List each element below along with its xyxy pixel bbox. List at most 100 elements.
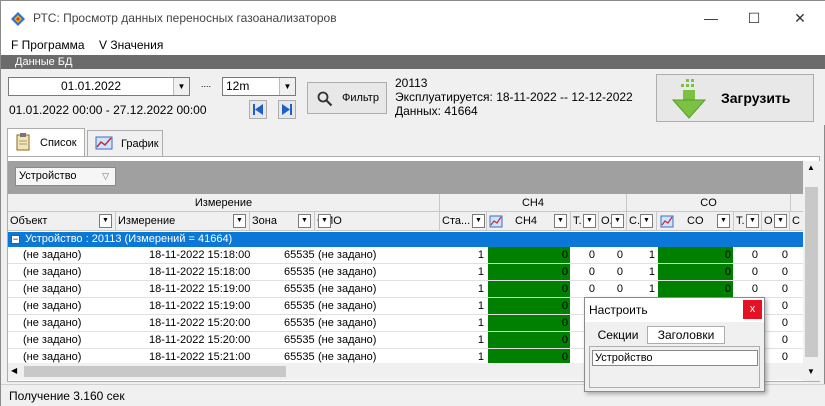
chevron-down-icon[interactable]: ▼ [173, 78, 189, 95]
cell-t2: 0 [751, 283, 758, 295]
cell-status: 1 [477, 266, 484, 278]
cell-status: 1 [477, 249, 484, 261]
chevron-down-icon[interactable]: ▼ [99, 214, 112, 228]
chevron-down-icon[interactable]: ▼ [233, 214, 246, 228]
col-object[interactable]: Объект ▼ [8, 212, 116, 231]
col-ch4-label: CH4 [515, 215, 538, 227]
status-text: Получение 3.160 сек [9, 389, 125, 403]
col-o2[interactable]: O ▼ [762, 212, 790, 231]
menu-program[interactable]: F Программа [11, 38, 85, 52]
cell-c: 1 [648, 283, 655, 295]
popup-tab-sections[interactable]: Секции [593, 327, 643, 345]
popup-title: Настроить [589, 303, 648, 317]
minimize-button[interactable]: — [703, 9, 719, 27]
vertical-scrollbar[interactable]: ▲ ▼ [803, 161, 820, 381]
chevron-down-icon[interactable]: ▼ [318, 214, 331, 228]
popup-close-button[interactable]: x [743, 300, 762, 319]
col-t-label: T. [573, 215, 582, 227]
exploit-period: Эксплуатируется: 18-11-2022 -- 12-12-202… [395, 90, 633, 104]
col-measure-label: Измерение [118, 215, 176, 227]
title-bar: РТС: Просмотр данных переносных газоанал… [1, 1, 825, 35]
horizontal-scroll-thumb[interactable] [24, 366, 286, 377]
scroll-down-icon[interactable]: ▼ [807, 367, 815, 376]
chevron-down-icon[interactable]: ▼ [298, 214, 311, 228]
scroll-up-icon[interactable]: ▲ [807, 163, 815, 172]
chart-icon [660, 215, 674, 228]
cell-zone: 65535 [284, 317, 315, 329]
col-o[interactable]: O. ▼ [599, 212, 627, 231]
col-c2[interactable]: C [790, 212, 803, 231]
cell-time: 18-11-2022 15:20:00 [149, 334, 251, 346]
cell-t: 0 [588, 266, 595, 278]
cell-t: 0 [588, 283, 595, 295]
cell-co: 0 [658, 281, 733, 297]
col-fio[interactable]: ФИО ▼ [315, 212, 440, 231]
close-button[interactable]: ✕ [792, 9, 808, 27]
cell-object: (не задано) [23, 283, 82, 295]
group-chip-device[interactable]: Устройство ▽ [15, 167, 116, 186]
magnifier-icon [317, 91, 333, 107]
cell-o: 0 [616, 249, 623, 261]
chevron-down-icon[interactable]: ▼ [554, 214, 567, 228]
cell-object: (не задано) [23, 249, 82, 261]
table-row[interactable]: (не задано) 18-11-2022 15:18:00 65535 (не з… [8, 247, 803, 264]
cell-o: 0 [616, 266, 623, 278]
cell-status: 1 [477, 334, 484, 346]
col-t[interactable]: T. ▼ [571, 212, 599, 231]
popup-tab-headers[interactable]: Заголовки [647, 326, 725, 344]
collapse-icon[interactable]: − [11, 235, 20, 244]
cell-co: 0 [658, 264, 733, 280]
vertical-scroll-thumb[interactable] [805, 187, 818, 357]
chevron-down-icon[interactable]: ▼ [640, 214, 653, 228]
cell-ch4: 0 [488, 264, 570, 280]
cell-c: 1 [648, 249, 655, 261]
chevron-down-icon[interactable]: ▼ [717, 214, 730, 228]
period-select[interactable]: 12m ▼ [222, 77, 296, 96]
table-row[interactable]: (не задано) 18-11-2022 15:18:00 65535 (не з… [8, 264, 803, 281]
cell-status: 1 [477, 283, 484, 295]
popup-title-bar: Настроить x [585, 298, 764, 322]
chevron-down-icon[interactable]: ▼ [611, 214, 624, 228]
chevron-down-icon[interactable]: ▼ [583, 214, 596, 228]
menu-values[interactable]: V Значения [99, 38, 163, 52]
cell-ch4: 0 [488, 298, 570, 314]
filter-funnel-icon[interactable]: ▽ [102, 168, 109, 185]
filter-button[interactable]: Фильтр [307, 82, 387, 114]
cell-t2: 0 [751, 249, 758, 261]
menu-bar: F Программа V Значения [1, 35, 825, 55]
chevron-down-icon[interactable]: ▼ [774, 214, 787, 228]
popup-list-item-device[interactable]: Устройство [592, 350, 758, 366]
cell-status: 1 [477, 317, 484, 329]
col-measure[interactable]: Измерение ▼ [116, 212, 250, 231]
group-row-label: Устройство : 20113 (Измерений = 41664) [25, 233, 233, 245]
col-co[interactable]: CO ▼ [657, 212, 734, 231]
tab-list[interactable]: Список [7, 128, 85, 156]
col-status[interactable]: Ста... ▼ [440, 212, 487, 231]
scroll-left-icon[interactable]: ◀ [11, 366, 17, 375]
cell-time: 18-11-2022 15:18:00 [149, 249, 251, 261]
chevron-down-icon[interactable]: ▼ [472, 214, 485, 228]
group-chip-label: Устройство [19, 170, 77, 182]
col-zone[interactable]: Зона ▼ [250, 212, 315, 231]
col-t2[interactable]: T. ▼ [734, 212, 762, 231]
first-page-button[interactable] [249, 100, 267, 119]
col-ch4[interactable]: CH4 ▼ [487, 212, 571, 231]
col-o2-label: O [764, 215, 773, 227]
filter-panel: 01.01.2022 ▼ 01.01.2022 00:00 - 27.12.20… [1, 69, 825, 125]
cell-zone: 65535 [284, 266, 315, 278]
cell-ch4: 0 [488, 315, 570, 331]
col-t2-label: T. [736, 215, 745, 227]
maximize-button[interactable]: ☐ [746, 9, 762, 27]
group-row[interactable]: − Устройство : 20113 (Измерений = 41664) [8, 232, 803, 247]
table-row[interactable]: (не задано) 18-11-2022 15:19:00 65535 (не з… [8, 281, 803, 298]
date-picker[interactable]: 01.01.2022 ▼ [8, 77, 190, 96]
device-id: 20113 [395, 76, 428, 90]
date-value: 01.01.2022 [60, 79, 122, 93]
last-page-button[interactable] [278, 100, 296, 119]
clipboard-icon [16, 133, 30, 151]
load-button[interactable]: Загрузить [656, 74, 814, 122]
chevron-down-icon[interactable]: ▼ [746, 214, 759, 228]
tab-chart[interactable]: График [87, 130, 163, 156]
chevron-down-icon[interactable]: ▼ [279, 78, 295, 95]
col-c[interactable]: C. ▼ [627, 212, 657, 231]
